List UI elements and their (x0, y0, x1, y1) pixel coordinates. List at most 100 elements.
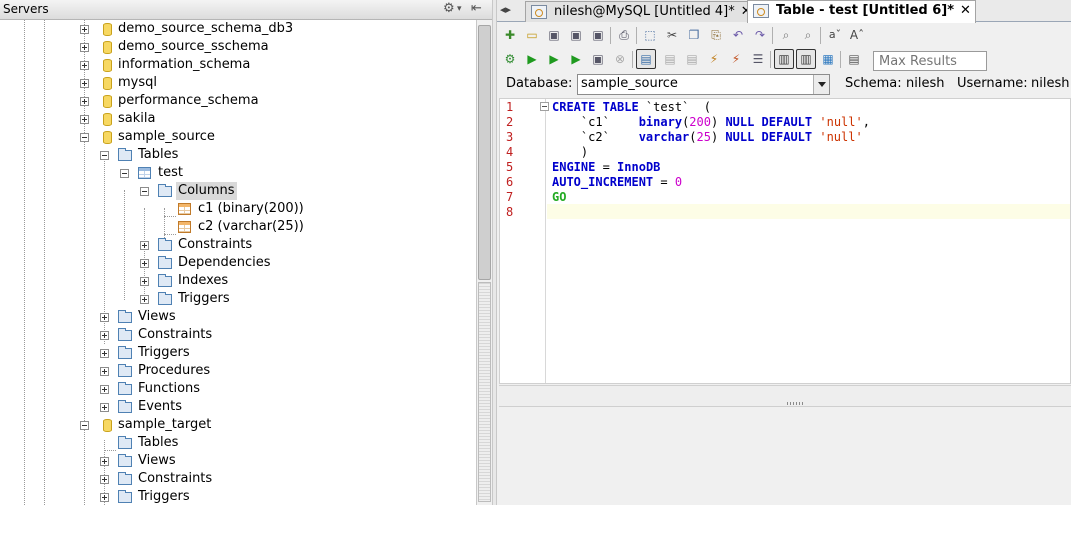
expand-icon[interactable] (100, 493, 109, 502)
tree-item-folder[interactable]: Triggers (0, 290, 470, 308)
new-file-icon[interactable]: ✚ (502, 27, 518, 43)
redo-icon[interactable]: ↷ (752, 27, 768, 43)
tree-item-folder[interactable]: Columns (0, 182, 470, 200)
expand-icon[interactable] (100, 367, 109, 376)
results-splitter[interactable] (499, 385, 1071, 407)
collapse-icon[interactable] (80, 421, 89, 430)
save-icon[interactable]: ▣ (546, 27, 562, 43)
expand-icon[interactable] (80, 25, 89, 34)
rollback-icon[interactable]: ▤ (662, 51, 678, 67)
tree-item-folder[interactable]: Triggers (0, 488, 470, 505)
expand-icon[interactable] (80, 115, 89, 124)
cut-icon[interactable]: ✂ (664, 27, 680, 43)
disconnect-icon[interactable]: ⚡ (728, 51, 744, 67)
splitter-grip-icon[interactable] (787, 402, 803, 405)
tree-item-db[interactable]: sakila (0, 110, 470, 128)
run-debug-icon[interactable]: ⚙ (502, 51, 518, 67)
expand-icon[interactable] (140, 295, 149, 304)
tab-table-test[interactable]: Table - test [Untitled 6]* ✕ (747, 0, 976, 23)
tab-scroll-left-icon[interactable]: ◂▸ (500, 3, 511, 16)
collapse-icon[interactable] (140, 187, 149, 196)
expand-icon[interactable] (100, 313, 109, 322)
tree-item-folder[interactable]: Indexes (0, 272, 470, 290)
replace-icon[interactable]: ⌕ (800, 27, 816, 43)
expand-icon[interactable] (80, 43, 89, 52)
tree-item-table[interactable]: test (0, 164, 470, 182)
sql-editor[interactable]: 12345678 CREATE TABLE `test` ( `c1` bina… (499, 98, 1071, 384)
scrollbar-track[interactable] (478, 282, 491, 502)
tree-item-db[interactable]: demo_source_schema_db3 (0, 20, 470, 38)
find-icon[interactable]: ⌕ (778, 27, 794, 43)
save-all-icon[interactable]: ▣ (590, 27, 606, 43)
tree-item-folder[interactable]: Views (0, 452, 470, 470)
close-icon[interactable]: ✕ (960, 3, 971, 18)
gear-icon[interactable]: ⚙ (443, 1, 455, 16)
tree-item-folder[interactable]: Constraints (0, 236, 470, 254)
open-file-icon[interactable]: ▭ (524, 27, 540, 43)
expand-icon[interactable] (100, 331, 109, 340)
history-icon[interactable]: ☰ (750, 51, 766, 67)
tree-item-folder[interactable]: Events (0, 398, 470, 416)
print-icon[interactable]: ⎙ (616, 27, 632, 43)
execute-file-icon[interactable]: ▶ (568, 51, 584, 67)
tree-item-folder[interactable]: Constraints (0, 326, 470, 344)
expand-icon[interactable] (100, 385, 109, 394)
export-icon[interactable]: ▦ (820, 51, 836, 67)
expand-icon[interactable] (100, 403, 109, 412)
save-as-icon[interactable]: ▣ (568, 27, 584, 43)
expand-icon[interactable] (140, 259, 149, 268)
connection-icon[interactable]: ⚡ (706, 51, 722, 67)
tree-item-column[interactable]: c1 (binary(200)) (0, 200, 470, 218)
execute-icon[interactable]: ▶ (524, 51, 540, 67)
expand-icon[interactable] (140, 241, 149, 250)
expand-icon[interactable] (100, 475, 109, 484)
tab-untitled-4[interactable]: nilesh@MySQL [Untitled 4]*✕ (525, 1, 757, 22)
tree-item-db[interactable]: demo_source_sschema (0, 38, 470, 56)
tree-item-folder[interactable]: Views (0, 308, 470, 326)
stop-icon[interactable]: ⊗ (612, 51, 628, 67)
tree-item-db[interactable]: mysql (0, 74, 470, 92)
paste-icon[interactable]: ⎘ (708, 27, 724, 43)
expand-icon[interactable] (80, 97, 89, 106)
properties-icon[interactable]: ▤ (846, 51, 862, 67)
tree-item-folder[interactable]: Triggers (0, 344, 470, 362)
collapse-icon[interactable] (80, 133, 89, 142)
tree-item-folder[interactable]: Dependencies (0, 254, 470, 272)
tree-item-folder[interactable]: Functions (0, 380, 470, 398)
tree-item-folder[interactable]: Procedures (0, 362, 470, 380)
scrollbar-thumb[interactable] (478, 25, 491, 280)
dropdown-arrow-icon[interactable]: ▾ (457, 4, 462, 14)
minimize-panel-icon[interactable]: ⇤ (471, 1, 482, 16)
collapse-icon[interactable] (100, 151, 109, 160)
expand-icon[interactable] (100, 457, 109, 466)
copy-icon[interactable]: ❐ (686, 27, 702, 43)
expand-icon[interactable] (80, 79, 89, 88)
plan-icon[interactable]: ▣ (590, 51, 606, 67)
tree-item-column[interactable]: c2 (varchar(25)) (0, 218, 470, 236)
tree-item-folder[interactable]: Constraints (0, 470, 470, 488)
tree-item-folder[interactable]: Tables (0, 434, 470, 452)
execute-selection-icon[interactable]: ▶ (546, 51, 562, 67)
font-smaller-icon[interactable]: aˇ (827, 27, 843, 43)
tree-scrollbar[interactable] (476, 20, 492, 505)
layout-vertical-icon[interactable]: ▥ (774, 49, 794, 69)
format-icon[interactable]: ▤ (684, 51, 700, 67)
layout-horizontal-icon[interactable]: ▥ (796, 49, 816, 69)
expand-icon[interactable] (100, 349, 109, 358)
select-area-icon[interactable]: ⬚ (642, 27, 658, 43)
max-results-input[interactable] (873, 51, 987, 71)
fold-icon[interactable] (540, 102, 549, 111)
tree-item-db[interactable]: sample_source (0, 128, 470, 146)
undo-icon[interactable]: ↶ (730, 27, 746, 43)
expand-icon[interactable] (80, 61, 89, 70)
tree-item-folder[interactable]: Tables (0, 146, 470, 164)
tree-item-db[interactable]: performance_schema (0, 92, 470, 110)
font-larger-icon[interactable]: Aˆ (849, 27, 865, 43)
tree-item-db[interactable]: sample_target (0, 416, 470, 434)
chevron-down-icon[interactable] (813, 75, 829, 94)
commit-icon[interactable]: ▤ (636, 49, 656, 69)
database-select[interactable]: sample_source (577, 74, 830, 95)
expand-icon[interactable] (140, 277, 149, 286)
tree-item-db[interactable]: information_schema (0, 56, 470, 74)
collapse-icon[interactable] (120, 169, 129, 178)
